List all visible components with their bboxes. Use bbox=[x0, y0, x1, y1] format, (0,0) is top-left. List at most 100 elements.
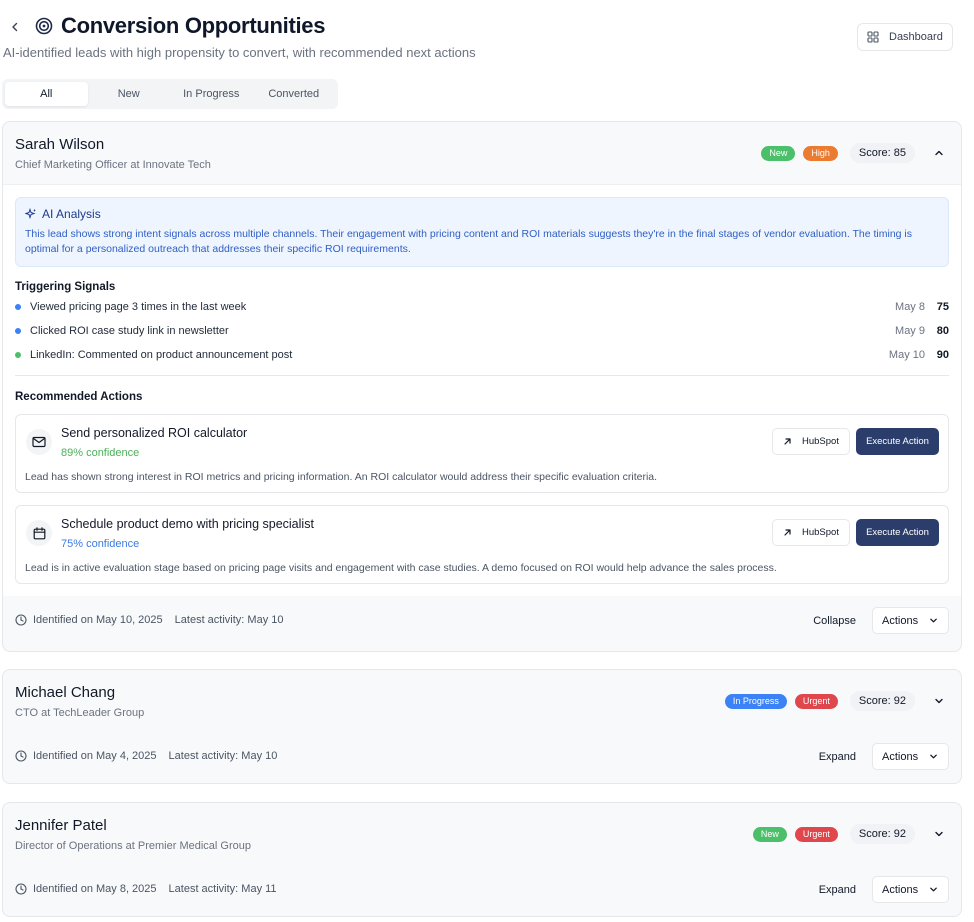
clock-icon bbox=[15, 883, 27, 895]
chevron-up-icon bbox=[935, 150, 943, 156]
action-icon-wrap bbox=[26, 429, 52, 455]
status-badge: In Progress bbox=[724, 693, 787, 709]
execute-action-button[interactable]: Execute Action bbox=[856, 519, 939, 546]
lead-name: Sarah Wilson bbox=[15, 136, 105, 153]
tab-all[interactable]: All bbox=[5, 82, 88, 106]
signal-score: 75 bbox=[936, 301, 949, 313]
ai-analysis-text: This lead shows strong intent signals ac… bbox=[25, 228, 913, 255]
recommended-action: Send personalized ROI calculator 89% con… bbox=[15, 414, 949, 493]
chevron-down-icon bbox=[930, 618, 937, 623]
collapse-toggle[interactable] bbox=[927, 142, 951, 164]
priority-badge: Urgent bbox=[794, 693, 838, 709]
expand-toggle[interactable] bbox=[927, 823, 951, 845]
priority-badge: High bbox=[803, 145, 838, 161]
lead-role: CTO at TechLeader Group bbox=[15, 707, 145, 719]
signal-score: 90 bbox=[936, 349, 949, 361]
lead-card: Michael Chang CTO at TechLeader Group In… bbox=[2, 669, 962, 784]
mail-icon bbox=[32, 436, 46, 448]
calendar-icon bbox=[33, 526, 45, 539]
clock-icon bbox=[15, 614, 27, 626]
collapse-button[interactable]: Collapse bbox=[813, 615, 856, 627]
lead-name: Michael Chang bbox=[15, 684, 116, 701]
signal-dot bbox=[15, 328, 21, 334]
lead-card-header[interactable]: Sarah Wilson Chief Marketing Officer at … bbox=[3, 122, 961, 184]
identified-date: Identified on May 4, 2025 bbox=[33, 750, 157, 762]
actions-label: Actions bbox=[882, 883, 919, 896]
tab-converted[interactable]: Converted bbox=[253, 82, 336, 106]
signal-text: LinkedIn: Commented on product announcem… bbox=[30, 349, 293, 361]
score-badge: Score: 92 bbox=[849, 691, 915, 711]
filter-tabs: All New In Progress Converted bbox=[2, 79, 338, 109]
hubspot-label: HubSpot bbox=[802, 527, 839, 538]
score-badge: Score: 85 bbox=[849, 143, 915, 163]
lead-role: Chief Marketing Officer at Innovate Tech bbox=[15, 159, 211, 171]
signals-list: Viewed pricing page 3 times in the last … bbox=[15, 295, 949, 367]
recommended-action: Schedule product demo with pricing speci… bbox=[15, 505, 949, 584]
signal-text: Clicked ROI case study link in newslette… bbox=[30, 325, 229, 337]
ai-analysis-panel: AI Analysis This lead shows strong inten… bbox=[15, 197, 949, 267]
ai-analysis-title: AI Analysis bbox=[42, 207, 101, 221]
action-title: Send personalized ROI calculator bbox=[61, 426, 248, 440]
priority-badge: Urgent bbox=[794, 826, 838, 842]
hubspot-button[interactable]: HubSpot bbox=[772, 519, 850, 546]
chevron-down-icon bbox=[935, 831, 943, 837]
actions-dropdown[interactable]: Actions bbox=[872, 743, 949, 770]
signal-dot bbox=[15, 304, 21, 310]
lead-card-footer: Identified on May 10, 2025 Latest activi… bbox=[3, 596, 961, 648]
hubspot-button[interactable]: HubSpot bbox=[772, 428, 850, 455]
chevron-left-icon bbox=[12, 22, 18, 32]
back-button[interactable] bbox=[6, 18, 24, 36]
arrow-up-right-icon bbox=[784, 438, 791, 445]
page-header: Conversion Opportunities bbox=[35, 13, 325, 39]
lead-card-footer: Identified on May 4, 2025 Latest activit… bbox=[3, 732, 961, 783]
sparkles-icon bbox=[25, 208, 36, 220]
arrow-up-right-icon bbox=[784, 529, 791, 536]
latest-activity: Latest activity: May 10 bbox=[174, 614, 284, 626]
lead-card-header[interactable]: Jennifer Patel Director of Operations at… bbox=[3, 803, 961, 865]
signal-date: May 9 bbox=[895, 325, 925, 337]
lead-role: Director of Operations at Premier Medica… bbox=[15, 840, 251, 852]
chevron-down-icon bbox=[930, 887, 937, 892]
signals-title: Triggering Signals bbox=[15, 281, 116, 293]
chevron-down-icon bbox=[930, 754, 937, 759]
actions-dropdown[interactable]: Actions bbox=[872, 607, 949, 634]
lead-card-header[interactable]: Michael Chang CTO at TechLeader Group In… bbox=[3, 670, 961, 732]
page-subtitle: AI-identified leads with high propensity… bbox=[3, 45, 476, 60]
expand-toggle[interactable] bbox=[927, 690, 951, 712]
action-description: Lead is in active evaluation stage based… bbox=[25, 562, 777, 574]
chevron-down-icon bbox=[935, 698, 943, 704]
identified-date: Identified on May 10, 2025 bbox=[33, 614, 163, 626]
status-badge: New bbox=[761, 145, 796, 161]
target-icon bbox=[35, 17, 53, 35]
tab-new[interactable]: New bbox=[88, 82, 171, 106]
dashboard-label: Dashboard bbox=[889, 31, 943, 43]
actions-dropdown[interactable]: Actions bbox=[872, 876, 949, 903]
signal-item: Clicked ROI case study link in newslette… bbox=[15, 319, 949, 343]
action-icon-wrap bbox=[26, 520, 52, 546]
page-title: Conversion Opportunities bbox=[61, 13, 326, 38]
actions-label: Actions bbox=[882, 614, 919, 627]
clock-icon bbox=[15, 750, 27, 762]
signal-item: LinkedIn: Commented on product announcem… bbox=[15, 343, 949, 367]
action-description: Lead has shown strong interest in ROI me… bbox=[25, 471, 658, 483]
tab-in-progress[interactable]: In Progress bbox=[170, 82, 253, 106]
actions-title: Recommended Actions bbox=[15, 391, 143, 403]
latest-activity: Latest activity: May 11 bbox=[168, 883, 277, 895]
latest-activity: Latest activity: May 10 bbox=[168, 750, 278, 762]
lead-name: Jennifer Patel bbox=[15, 817, 107, 834]
status-badge: New bbox=[752, 826, 787, 842]
signal-date: May 10 bbox=[888, 349, 925, 361]
expand-button[interactable]: Expand bbox=[819, 884, 856, 896]
lead-details: AI Analysis This lead shows strong inten… bbox=[3, 184, 961, 596]
divider bbox=[15, 375, 949, 376]
identified-date: Identified on May 8, 2025 bbox=[33, 883, 157, 895]
dashboard-button[interactable]: Dashboard bbox=[857, 23, 953, 51]
signal-date: May 8 bbox=[895, 301, 925, 313]
expand-button[interactable]: Expand bbox=[819, 751, 856, 763]
execute-action-button[interactable]: Execute Action bbox=[856, 428, 939, 455]
score-badge: Score: 92 bbox=[849, 824, 915, 844]
action-title: Schedule product demo with pricing speci… bbox=[61, 517, 314, 531]
hubspot-label: HubSpot bbox=[802, 436, 839, 447]
signal-item: Viewed pricing page 3 times in the last … bbox=[15, 295, 949, 319]
lead-card-footer: Identified on May 8, 2025 Latest activit… bbox=[3, 865, 961, 916]
